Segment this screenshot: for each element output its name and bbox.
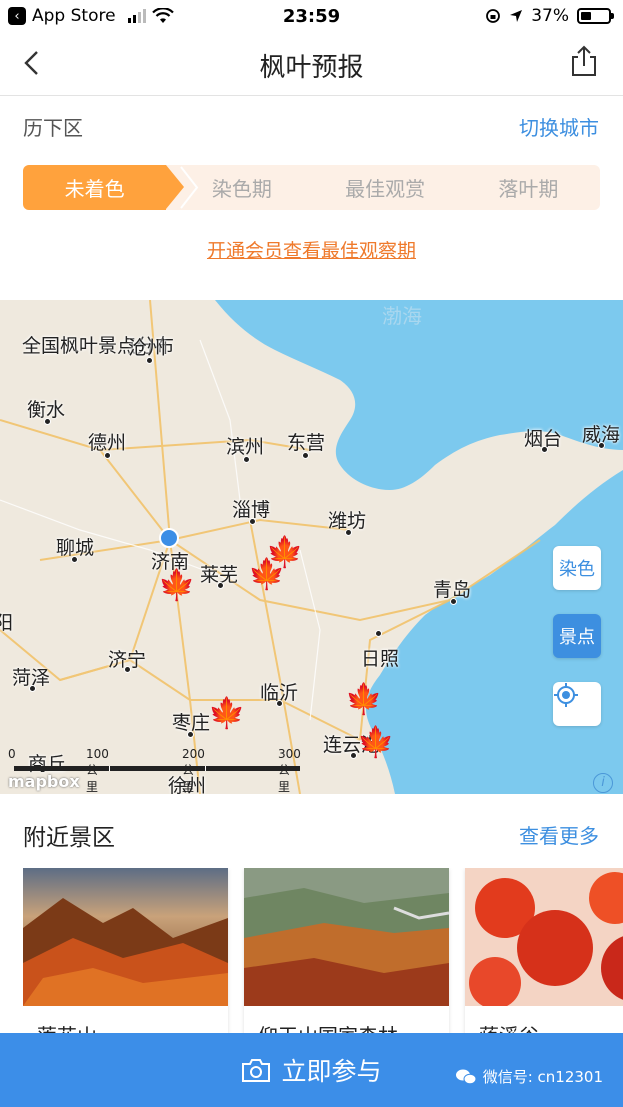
maple-map[interactable]: 渤海 全国枫叶景点分布 沧州 衡水 德州 滨州 东营 烟台 威海 淄博 潍坊 聊… (0, 300, 623, 794)
city-label: 滨州 (226, 436, 265, 458)
city-row: 历下区 切换城市 (23, 108, 599, 142)
wechat-icon (455, 1069, 477, 1084)
watermark-text: 微信号: cn12301 (482, 1068, 603, 1086)
map-scale-bar (14, 766, 300, 771)
city-dot (243, 456, 250, 463)
maple-leaf-icon[interactable]: 🍁 (158, 571, 195, 601)
spot-card[interactable]: 仰天山国家森林 (244, 868, 450, 1038)
map-info-icon[interactable]: i (593, 773, 613, 793)
maple-leaf-icon[interactable]: 🍁 (345, 685, 382, 715)
city-dot (146, 357, 153, 364)
city-dot (249, 518, 256, 525)
city-label: 日照 (361, 648, 400, 670)
stage-chevron-icon (180, 166, 199, 209)
city-dot (345, 529, 352, 536)
city-dot (104, 452, 111, 459)
color-stage-bar: 未着色 染色期 最佳观赏 落叶期 (23, 165, 600, 210)
locate-target-icon (554, 683, 578, 707)
maple-leaf-icon[interactable]: 🍁 (357, 728, 394, 758)
stage-best-viewing[interactable]: 最佳观赏 (314, 165, 457, 210)
maple-leaf-icon[interactable]: 🍁 (248, 560, 285, 590)
city-dot (71, 556, 78, 563)
spot-card[interactable]: 莲花山 (23, 868, 228, 1038)
share-icon[interactable] (567, 44, 601, 78)
city-label: 东营 (287, 432, 326, 454)
map-scale: 0 100公里 200公里 300公里 (8, 747, 301, 794)
maple-leaf-icon[interactable]: 🍁 (208, 699, 245, 729)
city-label: 沧州 (128, 337, 167, 359)
city-dot (44, 418, 51, 425)
sea-label: 渤海 (382, 304, 422, 328)
battery-percent: 37% (531, 6, 569, 26)
locate-button[interactable] (553, 682, 601, 726)
spot-photo (23, 868, 228, 1006)
stage-falling[interactable]: 落叶期 (457, 165, 600, 210)
page-title: 枫叶预报 (259, 53, 364, 83)
city-label: 德州 (88, 432, 127, 454)
mapbox-logo: mapbox (8, 772, 80, 791)
city-dot (187, 731, 194, 738)
dye-layer-button[interactable]: 染色 (553, 546, 601, 590)
city-dot (541, 446, 548, 453)
city-dot (302, 452, 309, 459)
rotation-lock-icon (486, 9, 501, 23)
city-dot (350, 752, 357, 759)
city-dot (375, 630, 382, 637)
nav-bar: 枫叶预报 (0, 34, 623, 96)
stage-uncolored[interactable]: 未着色 (23, 165, 185, 210)
status-bar: ‹ App Store 23:59 37% (0, 0, 623, 34)
city-label: 阳 (0, 612, 14, 634)
nearby-header: 附近景区 查看更多 (23, 816, 599, 851)
nearby-title: 附近景区 (23, 825, 115, 851)
nearby-spot-list: 莲花山 仰天山国家森林 蒋溪谷 (23, 868, 623, 1038)
scale-label: 0 (8, 747, 16, 761)
location-arrow-icon (510, 10, 523, 22)
city-dot (29, 685, 36, 692)
city-dot (276, 700, 283, 707)
current-location-marker (159, 528, 179, 548)
city-dot (450, 598, 457, 605)
wechat-watermark: 微信号: cn12301 (455, 1066, 603, 1087)
camera-icon (242, 1059, 271, 1082)
city-dot (217, 582, 224, 589)
city-dot (124, 666, 131, 673)
spot-photo (465, 868, 623, 1009)
join-now-label: 立即参与 (281, 1057, 382, 1086)
spot-layer-button[interactable]: 景点 (553, 614, 601, 658)
spot-card[interactable]: 蒋溪谷 (465, 868, 623, 1038)
see-more-link[interactable]: 查看更多 (519, 820, 599, 849)
battery-icon (577, 8, 614, 24)
switch-city-button[interactable]: 切换城市 (519, 112, 599, 141)
spot-photo (244, 868, 450, 1006)
current-city: 历下区 (23, 116, 83, 140)
city-dot (598, 442, 605, 449)
vip-best-period-link[interactable]: 开通会员查看最佳观察期 (0, 236, 623, 263)
